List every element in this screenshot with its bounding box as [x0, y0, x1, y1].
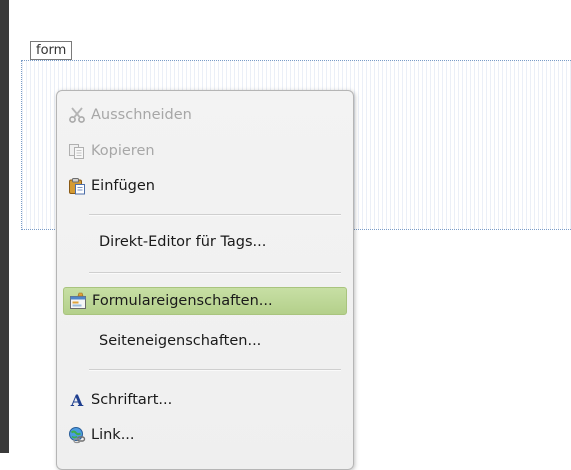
form-tag-label[interactable]: form — [30, 41, 73, 60]
menu-item-copy[interactable]: Kopieren — [63, 137, 347, 165]
menu-item-tag-editor[interactable]: Direkt-Editor für Tags... — [63, 228, 347, 256]
copy-icon — [67, 141, 87, 161]
menu-item-label: Schriftart... — [91, 392, 173, 408]
menu-item-label: Kopieren — [91, 143, 155, 159]
menu-item-link[interactable]: Link... — [63, 421, 347, 449]
paste-icon — [67, 176, 87, 196]
menu-item-label: Seiteneigenschaften... — [99, 333, 262, 349]
context-menu: Ausschneiden Kopieren Einfügen Direkt-Ed… — [56, 90, 354, 470]
menu-item-label: Link... — [91, 427, 135, 443]
menu-item-page-properties[interactable]: Seiteneigenschaften... — [63, 327, 347, 355]
menu-item-form-properties[interactable]: Formulareigenschaften... — [63, 287, 347, 315]
editor-left-border — [0, 0, 9, 453]
menu-item-font[interactable]: A Schriftart... — [63, 386, 347, 414]
menu-item-paste[interactable]: Einfügen — [63, 172, 347, 200]
menu-item-label: Direkt-Editor für Tags... — [99, 234, 267, 250]
link-icon — [67, 425, 87, 445]
scissors-icon — [67, 105, 87, 125]
form-properties-icon — [68, 291, 88, 311]
font-icon: A — [70, 390, 84, 410]
menu-separator — [89, 214, 341, 216]
menu-item-label: Formulareigenschaften... — [92, 293, 273, 309]
menu-item-label: Ausschneiden — [91, 107, 192, 123]
menu-item-cut[interactable]: Ausschneiden — [63, 101, 347, 129]
menu-separator — [89, 272, 341, 274]
menu-item-label: Einfügen — [91, 178, 155, 194]
menu-separator — [89, 369, 341, 371]
